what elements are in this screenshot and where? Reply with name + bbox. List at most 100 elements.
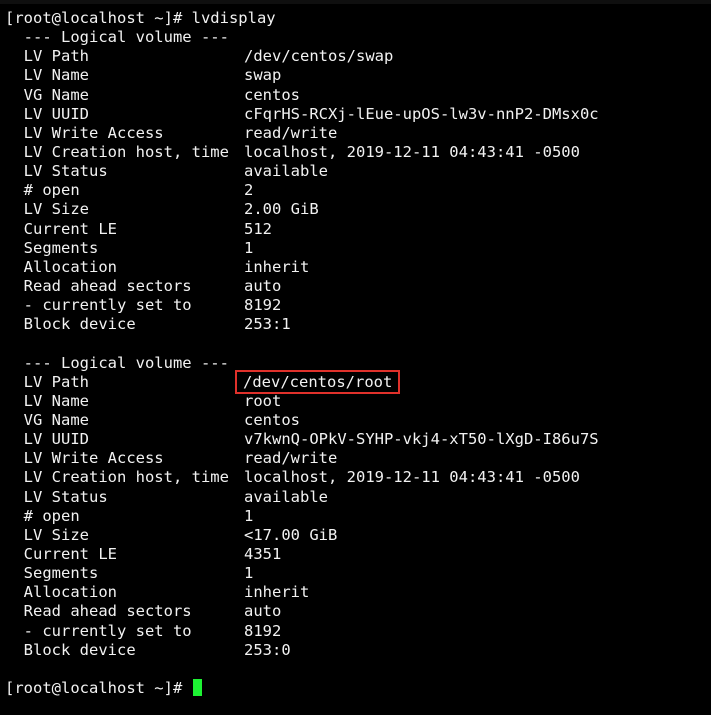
lv-field-value: 1 — [244, 564, 254, 583]
lv-field-key: LV Creation host, time — [5, 468, 229, 487]
lv-field-value: 2.00 GiB — [244, 200, 319, 219]
lv-field-value: available — [244, 487, 328, 506]
lv-field-value: centos — [244, 85, 300, 104]
lv-field-value: 512 — [244, 219, 272, 238]
lv-field-row: Segments 1 — [5, 239, 705, 258]
lv-field-key: - currently set to — [5, 296, 192, 315]
lv-field-key: LV Name — [5, 391, 89, 410]
lv-field-row: Allocation inherit — [5, 583, 705, 602]
lv-field-key: LV Path — [5, 372, 89, 391]
lv-field-row: VG Name centos — [5, 86, 705, 105]
lv-field-value: cFqrHS-RCXj-lEue-upOS-lw3v-nnP2-DMsx0c — [244, 104, 599, 123]
lv-field-value: localhost, 2019-12-11 04:43:41 -0500 — [244, 468, 580, 487]
lv-field-key: Allocation — [5, 583, 117, 602]
lv-field-key: Block device — [5, 640, 136, 659]
lv-field-row: Allocation inherit — [5, 258, 705, 277]
lv-field-row: # open 2 — [5, 181, 705, 200]
lv-field-key: Read ahead sectors — [5, 276, 192, 295]
lv-field-row: Current LE 512 — [5, 220, 705, 239]
final-prompt-line[interactable]: [root@localhost ~]# — [5, 678, 705, 698]
lv-field-value: 4351 — [244, 544, 282, 563]
lv-field-row: LV Name root — [5, 392, 705, 411]
lv-field-key: LV UUID — [5, 430, 89, 449]
lv-field-row: Block device 253:1 — [5, 315, 705, 334]
lv-field-row: LV Creation host, time localhost, 2019-12… — [5, 468, 705, 487]
lv-field-value: 8192 — [244, 621, 282, 640]
lv-field-value: centos — [244, 410, 300, 429]
lv-field-key: # open — [5, 181, 80, 200]
lv-field-row: Segments 1 — [5, 564, 705, 583]
lv-field-row: - currently set to 8192 — [5, 296, 705, 315]
lv-field-row: LV Name swap — [5, 66, 705, 85]
lv-field-row: VG Name centos — [5, 411, 705, 430]
lv-field-key: LV UUID — [5, 104, 89, 123]
lv-field-value: v7kwnQ-OPkV-SYHP-vkj4-xT50-lXgD-I86u7S — [244, 430, 599, 449]
terminal-cursor — [192, 678, 202, 696]
lv-field-value: <17.00 GiB — [244, 525, 338, 544]
lv-field-value: read/write — [244, 449, 338, 468]
lv-field-row: LV UUID cFqrHS-RCXj-lEue-upOS-lw3v-nnP2-D… — [5, 105, 705, 124]
lv-field-key: Block device — [5, 315, 136, 334]
lv-field-key: LV Creation host, time — [5, 142, 229, 161]
lv-field-value: available — [244, 162, 328, 181]
volume-header: --- Logical volume --- — [5, 28, 229, 47]
lv-field-row: # open 1 — [5, 507, 705, 526]
lv-field-value: auto — [244, 602, 282, 621]
lv-field-key: Current LE — [5, 544, 117, 563]
lv-field-key: LV Size — [5, 525, 89, 544]
lv-field-row: - currently set to 8192 — [5, 622, 705, 641]
lv-field-value: localhost, 2019-12-11 04:43:41 -0500 — [244, 142, 580, 161]
lv-field-key: Segments — [5, 238, 99, 257]
lv-field-value: 2 — [244, 181, 254, 200]
lv-field-key: LV Status — [5, 162, 108, 181]
lv-field-key: VG Name — [5, 410, 89, 429]
lv-field-row: LV Size 2.00 GiB — [5, 200, 705, 219]
lv-field-key: # open — [5, 506, 80, 525]
lv-field-row: LV Write Access read/write — [5, 449, 705, 468]
terminal-top-border — [0, 0, 711, 4]
lv-field-key: Read ahead sectors — [5, 602, 192, 621]
lv-field-key: LV Write Access — [5, 123, 164, 142]
lv-field-row: LV Path/dev/centos/root — [5, 369, 705, 394]
lv-field-value: read/write — [244, 123, 338, 142]
lv-field-value: 8192 — [244, 296, 282, 315]
lv-field-key: LV Status — [5, 487, 108, 506]
lv-field-value: swap — [244, 66, 282, 85]
lv-field-key: LV Size — [5, 200, 89, 219]
lv-field-row: LV Status available — [5, 162, 705, 181]
lv-field-row: Read ahead sectors auto — [5, 602, 705, 621]
terminal-window[interactable]: [root@localhost ~]# lvdisplay --- Logica… — [0, 0, 711, 715]
lv-field-value: 253:0 — [244, 640, 291, 659]
lv-field-key: Segments — [5, 564, 99, 583]
lv-field-value: auto — [244, 276, 282, 295]
lv-field-key: LV Path — [5, 47, 89, 66]
terminal-output: [root@localhost ~]# lvdisplay --- Logica… — [5, 9, 705, 698]
lv-field-value: root — [244, 391, 282, 410]
lv-field-row: Current LE 4351 — [5, 545, 705, 564]
lv-field-key: Current LE — [5, 219, 117, 238]
lv-field-value: inherit — [244, 583, 310, 602]
lv-field-row: LV Status available — [5, 488, 705, 507]
lv-field-key: LV Name — [5, 66, 89, 85]
lv-field-key: Allocation — [5, 257, 117, 276]
volume-header: --- Logical volume --- — [5, 353, 229, 372]
lv-field-value: inherit — [244, 257, 310, 276]
lv-field-row: LV Write Access read/write — [5, 124, 705, 143]
lv-field-value: /dev/centos/swap — [244, 47, 394, 66]
shell-prompt: [root@localhost ~]# — [5, 678, 192, 697]
lv-field-value: 1 — [244, 238, 254, 257]
lv-field-row: LV Creation host, time localhost, 2019-12… — [5, 143, 705, 162]
lv-field-key: LV Write Access — [5, 449, 164, 468]
command-text: lvdisplay — [191, 9, 276, 27]
lv-field-key: - currently set to — [5, 621, 192, 640]
lv-field-value: 1 — [244, 506, 254, 525]
lv-field-row: Block device 253:0 — [5, 641, 705, 660]
lv-field-row: Read ahead sectors auto — [5, 277, 705, 296]
lv-field-key: VG Name — [5, 85, 89, 104]
lv-field-row: LV Size <17.00 GiB — [5, 526, 705, 545]
command-line: [root@localhost ~]# lvdisplay — [5, 9, 705, 28]
highlighted-lv-path: /dev/centos/root — [234, 369, 401, 394]
shell-prompt: [root@localhost ~]# — [5, 9, 192, 27]
